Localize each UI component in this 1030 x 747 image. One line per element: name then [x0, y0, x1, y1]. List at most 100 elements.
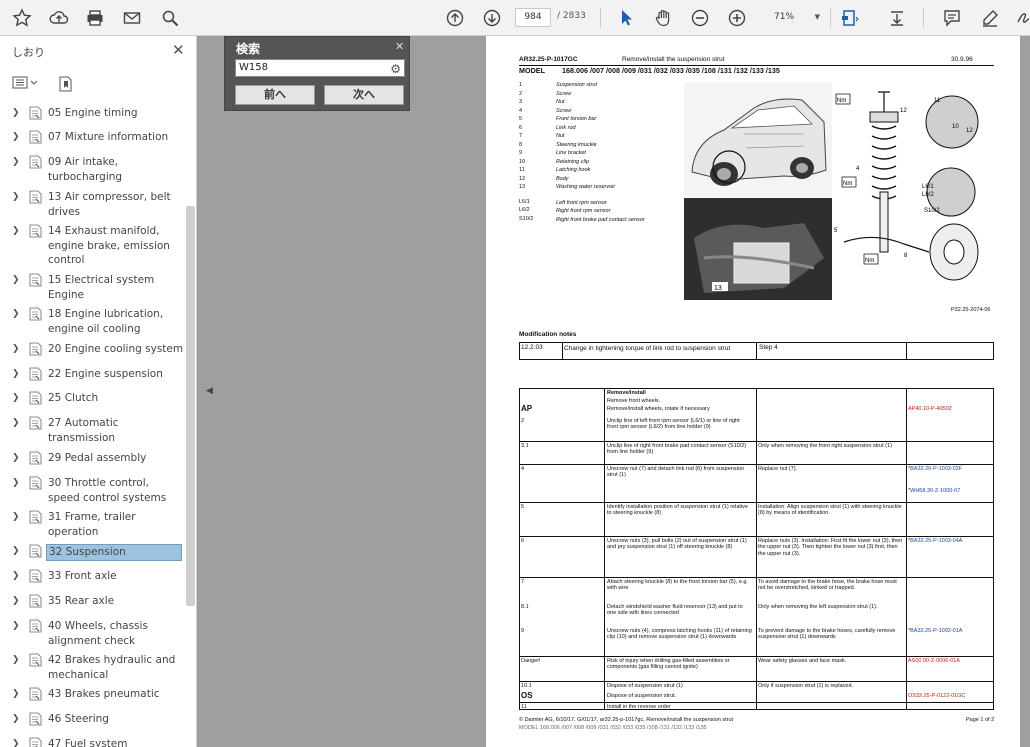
chevron-right-icon[interactable]: ❯	[12, 712, 20, 727]
step-col1: AP	[521, 404, 533, 413]
scroll-mode-icon[interactable]	[885, 6, 909, 30]
chevron-right-icon[interactable]: ❯	[12, 342, 20, 357]
chevron-right-icon[interactable]: ❯	[12, 451, 20, 466]
page-up-icon[interactable]	[443, 6, 467, 30]
zoom-dropdown[interactable]: 71% ▼	[764, 8, 824, 27]
step-col1: 8.1	[521, 604, 529, 610]
chevron-right-icon[interactable]: ❯	[12, 687, 20, 702]
chevron-right-icon[interactable]: ❯	[12, 476, 20, 491]
strut-diagram: Nm Nm Nm 11 10 12 L6/1 L6/2 S10/2 12 5 8…	[834, 82, 986, 302]
bookmark-page-icon	[29, 569, 42, 583]
chevron-right-icon[interactable]: ❯	[12, 510, 20, 525]
upload-cloud-icon[interactable]	[47, 6, 71, 30]
svg-text:12: 12	[966, 128, 973, 134]
step-col3: To avoid damage to the brake hose, the b…	[758, 579, 897, 592]
find-title: 検索	[236, 42, 261, 56]
part-name: Body	[556, 175, 569, 182]
find-next-button[interactable]: 次へ	[324, 85, 404, 105]
part-name: Nut	[556, 99, 565, 105]
mod-step: Step 4	[759, 344, 778, 351]
fit-page-icon[interactable]	[838, 6, 862, 30]
chevron-right-icon[interactable]: ❯	[12, 391, 20, 406]
step-col2: Unclip line of left front rpm sensor (L6…	[607, 418, 740, 431]
mail-icon[interactable]	[120, 6, 144, 30]
chevron-right-icon[interactable]: ❯	[12, 569, 20, 584]
bookmark-label: 32 Suspension	[46, 544, 182, 561]
table-divider	[756, 342, 757, 360]
find-input[interactable]: W158 ⚙	[235, 59, 405, 77]
chevron-right-icon[interactable]: ❯	[12, 130, 20, 145]
bookmark-page-icon	[29, 224, 42, 238]
panel-title: しおり	[12, 46, 45, 59]
sign-icon[interactable]	[1012, 6, 1030, 30]
table-row-rule	[519, 681, 994, 682]
new-bookmark-icon[interactable]	[57, 76, 73, 96]
bookmark-page-icon	[29, 416, 42, 430]
bookmark-page-icon	[29, 737, 42, 747]
svg-text:S10/2: S10/2	[924, 208, 940, 214]
chevron-right-icon[interactable]: ❯	[12, 594, 20, 609]
chevron-right-icon[interactable]: ❯	[12, 653, 20, 668]
scrollbar-thumb[interactable]	[186, 206, 195, 606]
toolbar: 984 / 2833 71% ▼	[0, 0, 1030, 36]
options-menu-icon[interactable]	[12, 76, 38, 94]
find-prev-button[interactable]: 前へ	[235, 85, 315, 105]
step-col2: Dispose of suspension strut (1)	[607, 683, 683, 689]
collapse-panel-icon[interactable]: ◀	[206, 386, 213, 396]
bookmark-label: 09 Air intake, turbocharging	[48, 156, 123, 183]
bookmark-label: 25 Clutch	[48, 392, 99, 404]
page-number-input[interactable]: 984	[515, 8, 551, 27]
chevron-right-icon[interactable]: ❯	[12, 737, 20, 747]
step-col2: Unscrew nut (7) and detach link rod (6) …	[607, 466, 744, 479]
close-icon[interactable]: ✕	[172, 41, 185, 59]
zoom-in-icon[interactable]	[725, 6, 749, 30]
select-cursor-icon[interactable]	[614, 6, 638, 30]
zoom-out-icon[interactable]	[688, 6, 712, 30]
chevron-right-icon[interactable]: ❯	[12, 544, 20, 559]
step-col1: 6	[521, 538, 525, 544]
hand-tool-icon[interactable]	[651, 6, 675, 30]
table-row-rule	[519, 536, 994, 537]
step-col1: 4	[521, 466, 525, 472]
part-name: Screw	[556, 90, 572, 97]
part-number: 12	[519, 175, 526, 182]
chevron-right-icon[interactable]: ❯	[12, 224, 20, 239]
chevron-right-icon[interactable]: ❯	[12, 106, 20, 121]
close-icon[interactable]: ✕	[395, 40, 404, 53]
toolbar-divider	[600, 8, 601, 28]
bookmark-star-icon[interactable]	[10, 6, 34, 30]
svg-text:12: 12	[900, 108, 907, 114]
toolbar-divider	[923, 8, 924, 28]
zoom-search-icon[interactable]	[158, 6, 182, 30]
doc-code: AR32.25-P-1017GC	[519, 56, 578, 63]
gear-icon[interactable]: ⚙	[390, 61, 401, 77]
bookmark-page-icon	[29, 476, 42, 490]
pdf-page: AR32.25-P-1017GC Remove/install the susp…	[486, 36, 1020, 747]
figure-code: P32.25-2074-06	[951, 307, 991, 313]
page-down-icon[interactable]	[480, 6, 504, 30]
part-name: Line bracket	[556, 150, 586, 156]
step-col3: Replace nut (7).	[758, 466, 798, 472]
print-icon[interactable]	[83, 6, 107, 30]
chevron-right-icon[interactable]: ❯	[12, 155, 20, 170]
chevron-right-icon[interactable]: ❯	[12, 307, 20, 322]
highlight-pen-icon[interactable]	[978, 6, 1002, 30]
chevron-right-icon[interactable]: ❯	[12, 273, 20, 288]
chevron-right-icon[interactable]: ❯	[12, 619, 20, 634]
comment-icon[interactable]	[940, 6, 964, 30]
find-dialog: 検索 ✕ W158 ⚙ 前へ 次へ	[224, 36, 410, 111]
part-name: Suspension strut	[556, 82, 597, 88]
chevron-right-icon[interactable]: ❯	[12, 367, 20, 382]
page-total: / 2833	[557, 11, 586, 21]
bookmark-page-icon	[29, 391, 42, 405]
chevron-right-icon[interactable]: ❯	[12, 190, 20, 205]
svg-text:5: 5	[834, 228, 838, 234]
part-number: 6	[519, 124, 523, 131]
chevron-right-icon[interactable]: ❯	[12, 416, 20, 431]
part-name: Front torsion bar	[556, 116, 597, 122]
part-name: Retaining clip	[556, 158, 590, 165]
part-number: 4	[519, 107, 523, 114]
table-row-rule	[519, 441, 994, 442]
bookmark-page-icon	[29, 619, 42, 633]
table-divider	[604, 388, 605, 710]
